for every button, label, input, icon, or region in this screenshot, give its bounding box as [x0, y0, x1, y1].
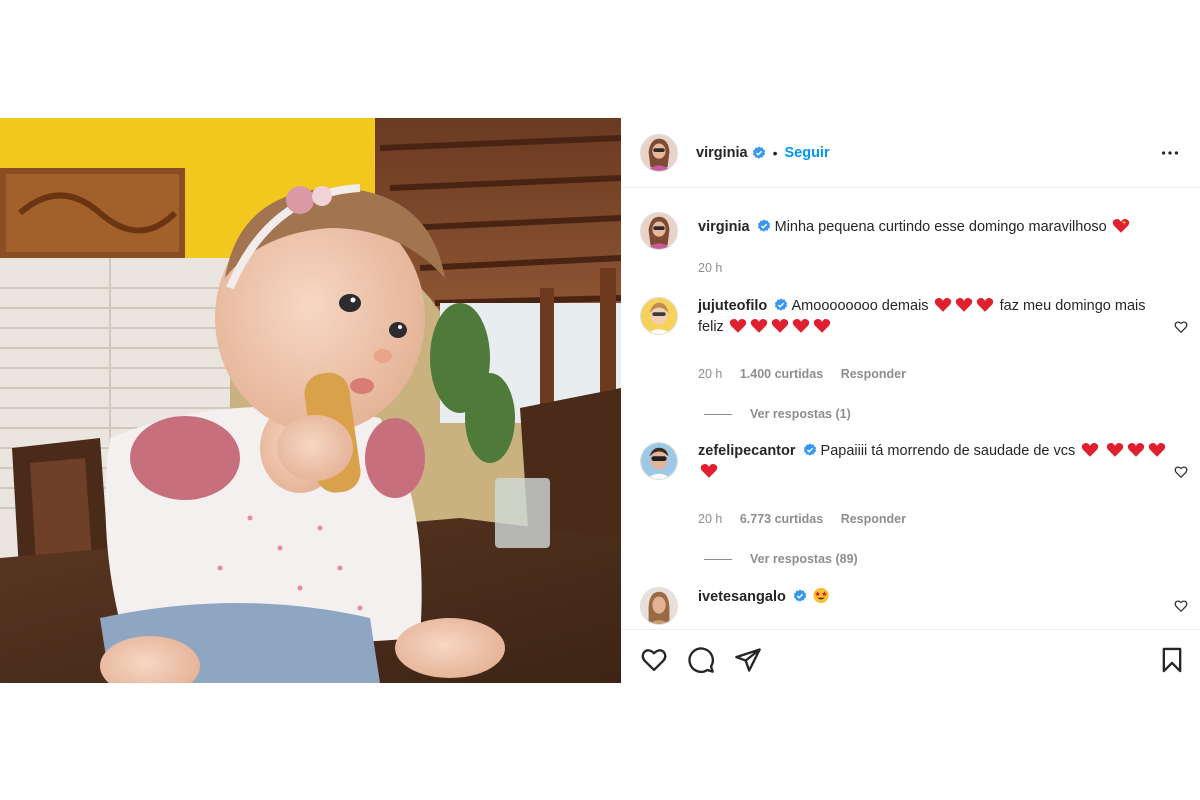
view-replies-label: Ver respostas (1): [750, 407, 851, 421]
caption-avatar[interactable]: [640, 212, 678, 250]
comments-list[interactable]: virginia Minha pequena curtindo esse dom…: [621, 189, 1200, 629]
star-struck-emoji-icon: [813, 587, 830, 604]
red-heart-emoji-icon: [730, 319, 747, 333]
paper-plane-icon[interactable]: [734, 646, 762, 674]
comment-body: ivetesangalo: [698, 587, 1168, 608]
red-heart-emoji-icon: [1106, 443, 1124, 457]
post-side-panel: virginia • Seguir virginia Minha pequena…: [621, 118, 1200, 683]
red-heart-emoji-icon: [1081, 443, 1098, 457]
comment-body: jujuteofilo Amoooooooo demais faz meu do…: [698, 296, 1168, 338]
separator-dot: •: [772, 144, 778, 161]
comment-time: 20 h: [698, 512, 723, 526]
heart-outline-icon[interactable]: [640, 646, 668, 674]
comment-likes[interactable]: 6.773 curtidas: [740, 512, 823, 526]
comment-text: Papaiiii tá morrendo de saudade de vcs: [820, 443, 1076, 459]
post-header: virginia • Seguir: [621, 118, 1200, 188]
caption-text: Minha pequena curtindo esse domingo mara…: [774, 219, 1107, 235]
instagram-post: virginia • Seguir virginia Minha pequena…: [0, 118, 1200, 683]
caption-time: 20 h: [698, 261, 723, 275]
view-replies-button[interactable]: Ver respostas (1): [704, 407, 851, 421]
like-comment-heart-icon[interactable]: [1174, 599, 1188, 613]
caption-meta: 20 h: [698, 261, 736, 275]
speech-bubble-icon[interactable]: [687, 646, 715, 674]
comment-likes[interactable]: 1.400 curtidas: [740, 367, 823, 381]
comment-username[interactable]: ivetesangalo: [698, 589, 786, 605]
comment-avatar[interactable]: [640, 297, 678, 335]
post-action-bar: [621, 629, 1200, 683]
red-heart-emoji-icon: [976, 298, 994, 312]
comment-username[interactable]: jujuteofilo: [698, 298, 767, 314]
comment-text: Amoooooooo demais: [791, 298, 929, 314]
verified-badge-icon: [775, 298, 788, 311]
red-heart-emoji-icon: [955, 298, 973, 312]
verified-badge-icon: [757, 219, 770, 232]
bookmark-icon[interactable]: [1158, 646, 1186, 674]
follow-button[interactable]: Seguir: [784, 145, 829, 161]
replies-divider: [704, 413, 732, 415]
red-heart-emoji-icon: [700, 464, 717, 478]
heart-sparkle-emoji-icon: [1113, 219, 1130, 233]
red-heart-emoji-icon: [814, 319, 831, 333]
comment-body: zefelipecantor Papaiiii tá morrendo de s…: [698, 441, 1168, 483]
red-heart-emoji-icon: [793, 319, 810, 333]
replies-divider: [704, 558, 732, 560]
verified-badge-icon: [752, 145, 765, 159]
caption-body: virginia Minha pequena curtindo esse dom…: [698, 217, 1168, 238]
like-comment-heart-icon[interactable]: [1174, 465, 1188, 479]
comment-avatar[interactable]: [640, 442, 678, 480]
post-photo[interactable]: [0, 118, 621, 683]
author-username[interactable]: virginia: [696, 145, 748, 161]
author-avatar[interactable]: [640, 133, 678, 172]
comment-avatar[interactable]: [640, 587, 678, 625]
red-heart-emoji-icon: [1127, 443, 1145, 457]
baby-photo-illustration: [0, 118, 621, 683]
caption-username[interactable]: virginia: [698, 219, 750, 235]
red-heart-emoji-icon: [1148, 443, 1166, 457]
comment-username[interactable]: zefelipecantor: [698, 443, 796, 459]
verified-badge-icon: [793, 589, 806, 602]
like-comment-heart-icon[interactable]: [1174, 320, 1188, 334]
view-replies-button[interactable]: Ver respostas (89): [704, 552, 858, 566]
comment-time: 20 h: [698, 367, 723, 381]
reply-button[interactable]: Responder: [841, 512, 906, 526]
red-heart-emoji-icon: [772, 319, 789, 333]
verified-badge-icon: [803, 443, 816, 456]
red-heart-emoji-icon: [934, 298, 952, 312]
reply-button[interactable]: Responder: [841, 367, 906, 381]
comment-meta: 20 h 6.773 curtidas Responder: [698, 512, 920, 526]
comment-meta: 20 h 1.400 curtidas Responder: [698, 367, 920, 381]
red-heart-emoji-icon: [751, 319, 768, 333]
view-replies-label: Ver respostas (89): [750, 552, 858, 566]
three-dots-icon[interactable]: [1159, 142, 1181, 164]
